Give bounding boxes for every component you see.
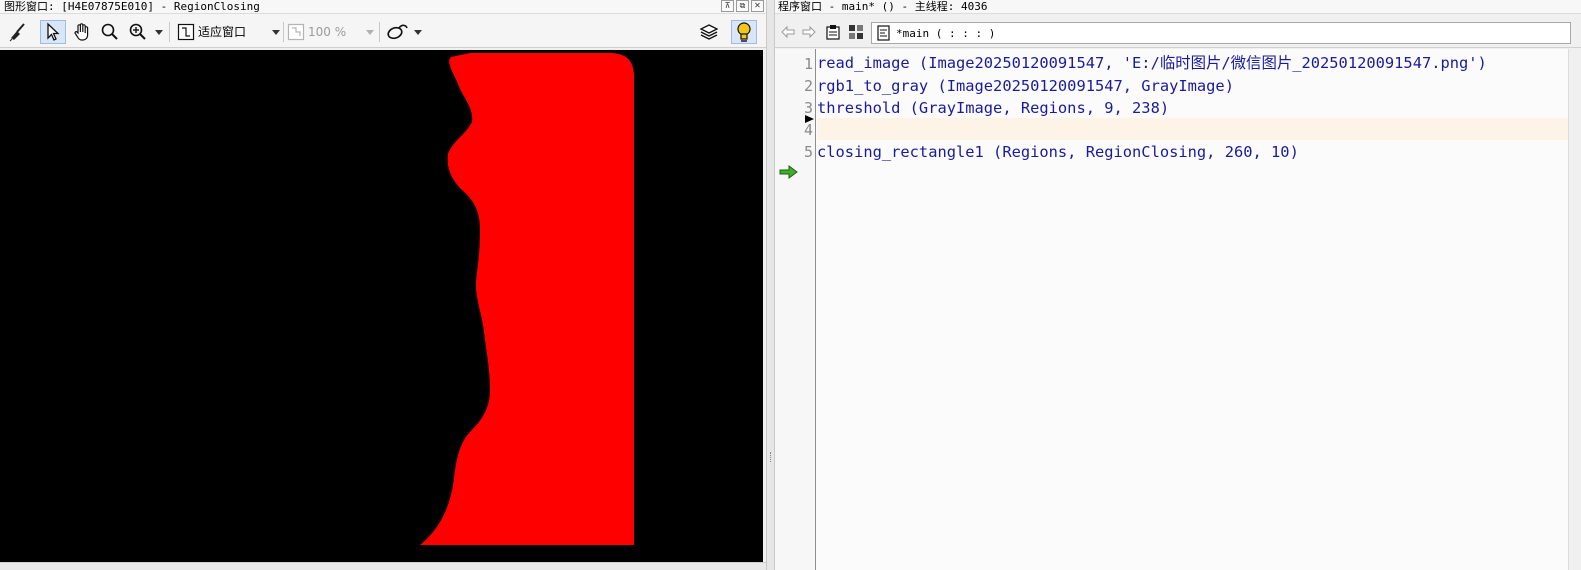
graphics-canvas[interactable] <box>0 50 763 562</box>
clipboard-icon[interactable] <box>823 20 843 44</box>
pointer-icon[interactable] <box>40 20 66 44</box>
code-editor[interactable]: 1 2 3 4 5 read_image (Image2025012009154… <box>775 49 1568 570</box>
insert-cursor-arrow-icon <box>779 165 798 179</box>
toolbar-divider <box>169 22 170 42</box>
graphics-window: 图形窗口: [H4E07875E010] - RegionClosing ⊼ ⧉… <box>0 0 766 570</box>
fit-window-label[interactable]: 适应窗口 <box>198 25 246 39</box>
procedure-selector[interactable]: *main ( : : : ) <box>871 22 1571 44</box>
line-number: 2 <box>803 77 813 95</box>
splitter-grip[interactable] <box>770 452 772 462</box>
graphics-window-title: 图形窗口: [H4E07875E010] - RegionClosing <box>0 0 766 14</box>
zoom-percent-value: 100 % <box>308 25 347 39</box>
lightbulb-icon[interactable] <box>731 20 757 44</box>
fit-window-dropdown-icon[interactable] <box>272 30 280 35</box>
broom-icon[interactable] <box>6 20 30 44</box>
current-line-highlight <box>817 118 1568 140</box>
zoom-percent-icon <box>286 20 306 44</box>
graphics-window-buttons: ⊼ ⧉ ✕ <box>721 0 764 12</box>
grid-icon[interactable] <box>846 20 866 44</box>
pin-icon[interactable]: ⊼ <box>721 0 734 12</box>
magnifier-icon[interactable] <box>98 20 122 44</box>
code-line[interactable]: closing_rectangle1 (Regions, RegionClosi… <box>817 143 1567 161</box>
hand-icon[interactable] <box>70 20 94 44</box>
region-closing-shape <box>420 53 634 545</box>
program-window: 程序窗口 - main* () - 主线程: 4036 *main (:: … <box>775 0 1581 570</box>
zoom-in-icon[interactable] <box>126 20 150 44</box>
graphics-status-strip <box>0 562 766 570</box>
close-icon[interactable]: ✕ <box>751 0 764 12</box>
program-counter-icon <box>805 115 814 123</box>
code-line[interactable]: threshold (GrayImage, Regions, 9, 238) <box>817 99 1567 117</box>
procedure-name: *main ( : : : ) <box>896 27 996 40</box>
editor-scrollbar[interactable] <box>1568 49 1581 570</box>
zoom-percent-dropdown-icon <box>366 30 374 35</box>
layers-icon[interactable] <box>697 20 721 44</box>
back-arrow-icon[interactable] <box>779 20 797 44</box>
forward-arrow-icon[interactable] <box>800 20 818 44</box>
procedure-icon <box>877 25 890 41</box>
graphics-toolbar: 适应窗口 100 % <box>0 14 766 48</box>
line-number: 1 <box>803 55 813 73</box>
draw-shape-icon[interactable] <box>384 20 412 44</box>
toolbar-divider <box>283 22 284 42</box>
program-window-title: 程序窗口 - main* () - 主线程: 4036 <box>775 0 1581 14</box>
zoom-in-dropdown-icon[interactable] <box>155 30 163 35</box>
fit-window-icon[interactable] <box>175 20 197 44</box>
line-number: 5 <box>803 143 813 161</box>
window-splitter[interactable] <box>766 0 775 570</box>
float-icon[interactable]: ⧉ <box>736 0 749 12</box>
code-line[interactable]: read_image (Image20250120091547, 'E:/临时图… <box>817 54 1567 72</box>
program-toolbar: *main ( : : : ) <box>775 14 1581 48</box>
toolbar-divider <box>379 22 380 42</box>
line-number: 4 <box>803 121 813 139</box>
line-number-gutter[interactable]: 1 2 3 4 5 <box>775 49 816 570</box>
draw-shape-dropdown-icon[interactable] <box>414 30 422 35</box>
code-line[interactable]: rgb1_to_gray (Image20250120091547, GrayI… <box>817 77 1567 95</box>
